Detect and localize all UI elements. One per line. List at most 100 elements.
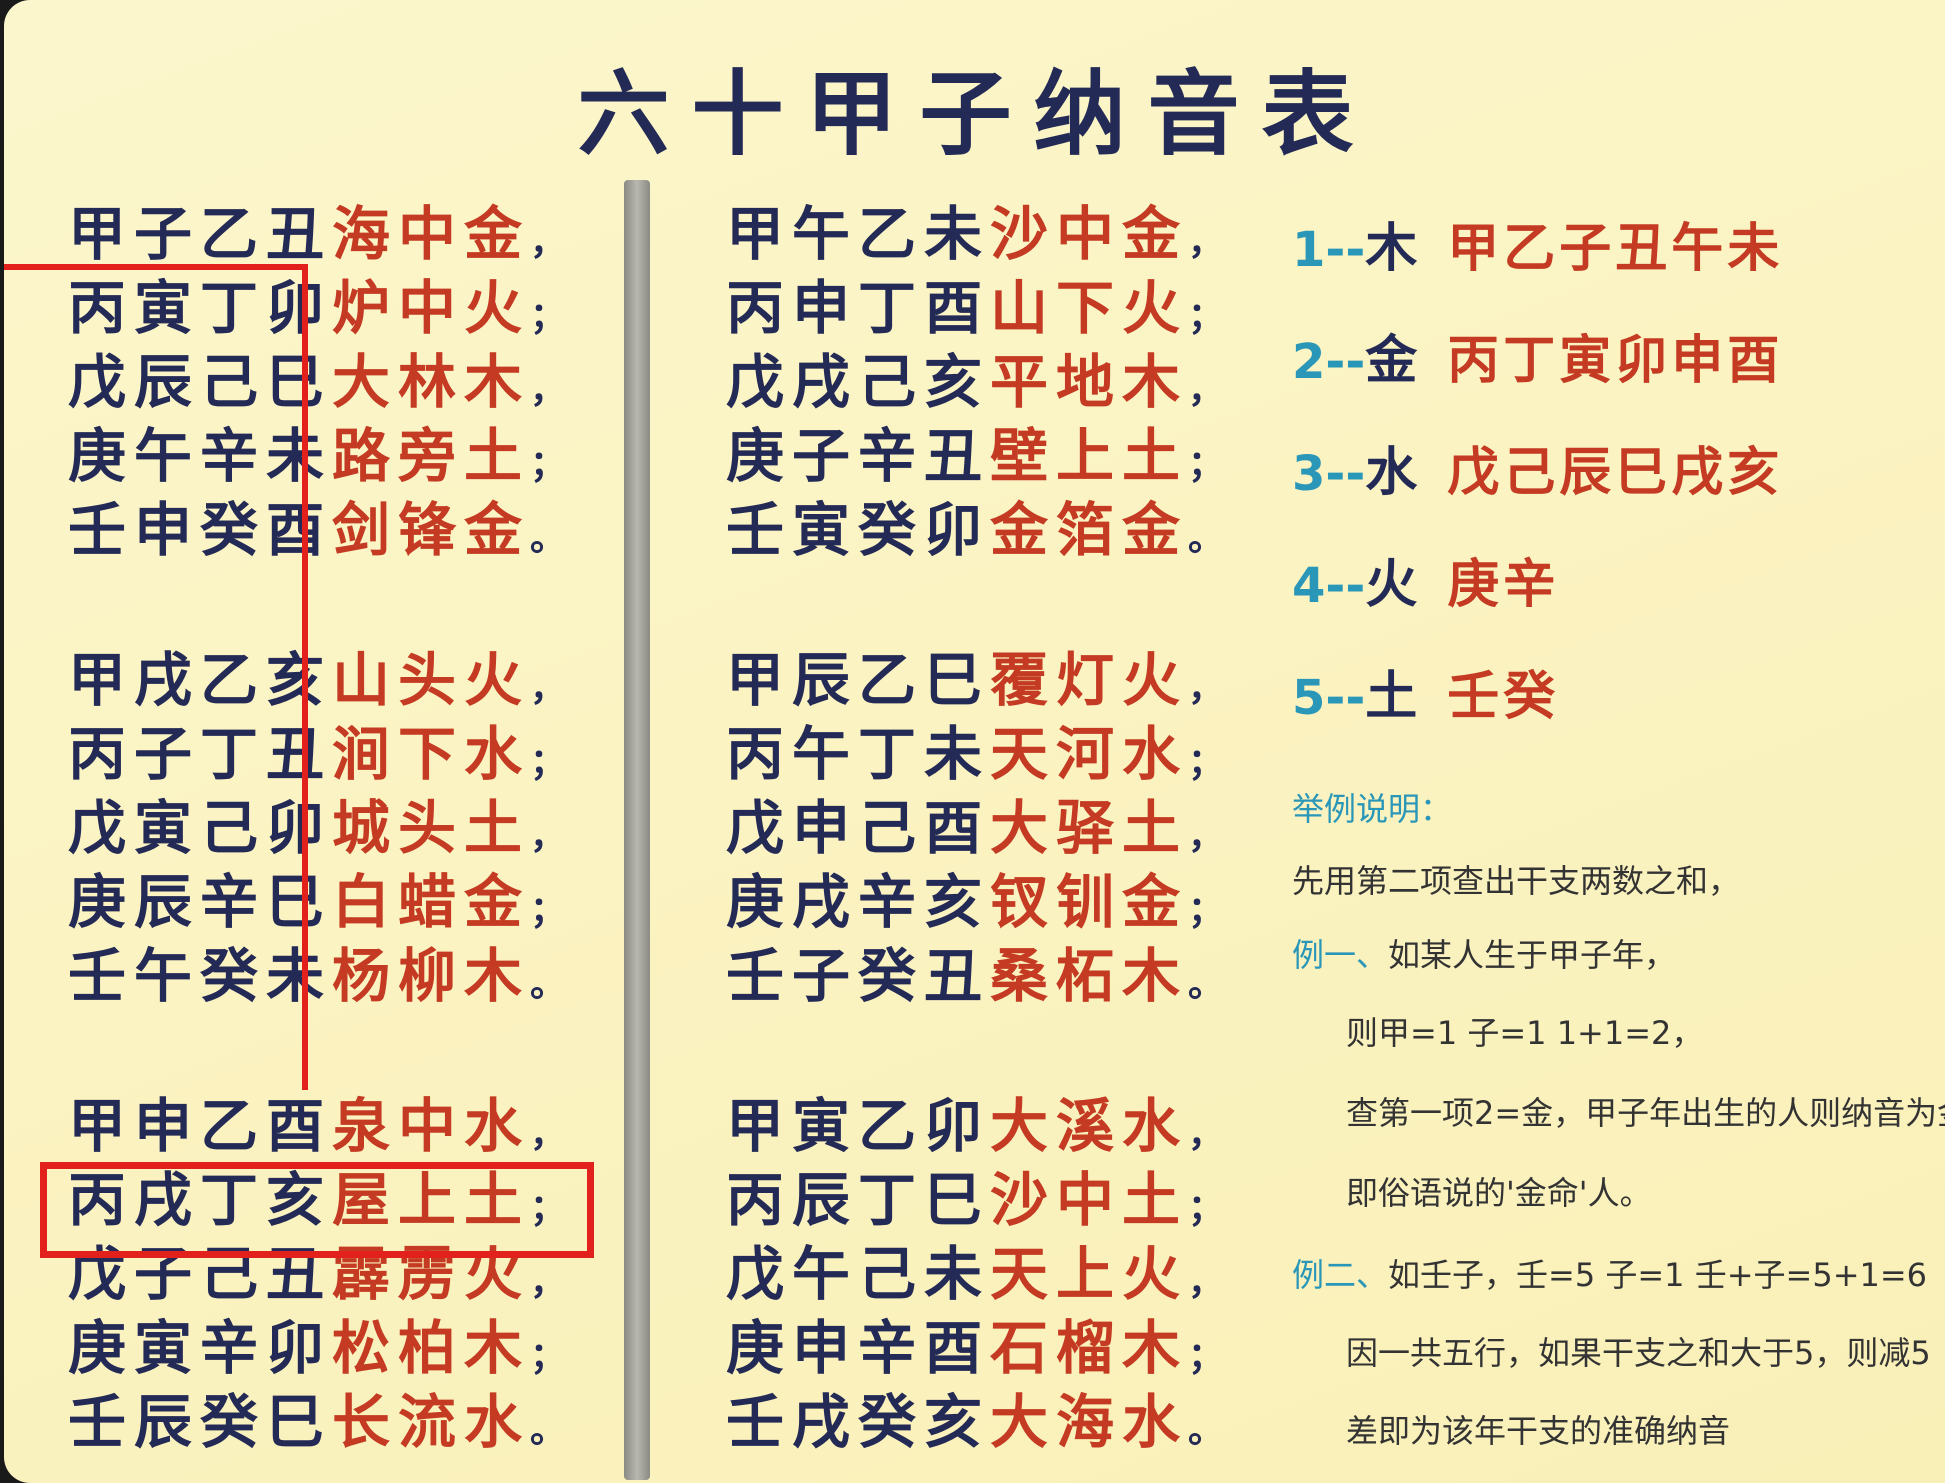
legend-characters: 戊己辰巳戌亥: [1447, 443, 1784, 503]
row-punctuation: ，: [1188, 668, 1233, 709]
row-punctuation: 。: [530, 964, 575, 1005]
nayin-row: 甲辰乙巳覆灯火，: [726, 644, 1232, 716]
legend-item: 3--水 戊己辰巳戌亥: [1292, 430, 1783, 505]
example1-text: 如某人生于甲子年，: [1388, 936, 1677, 974]
ganzhi-text: 戊午己未: [726, 1240, 991, 1308]
ganzhi-text: 甲午乙未: [726, 200, 991, 268]
nayin-text: 杨柳木: [332, 942, 531, 1010]
ganzhi-text: 庚寅辛卯: [68, 1314, 333, 1382]
nayin-text: 大林木: [332, 348, 531, 416]
legend-number: 3--: [1292, 446, 1366, 502]
nayin-text: 石榴木: [990, 1314, 1189, 1382]
notes-heading: 举例说明：: [1292, 790, 1453, 828]
example2-label: 例二、: [1292, 1256, 1389, 1294]
nayin-text: 剑锋金: [332, 496, 531, 564]
legend-number: 5--: [1292, 670, 1366, 726]
legend-number: 1--: [1292, 222, 1366, 278]
legend-characters: 庚辛: [1447, 555, 1560, 615]
nayin-text: 壁上土: [990, 422, 1189, 490]
nayin-text: 松柏木: [332, 1314, 531, 1382]
nayin-text: 城头土: [332, 794, 531, 862]
nayin-text: 沙中金: [990, 200, 1189, 268]
nayin-row: 庚申辛酉石榴木；: [726, 1312, 1232, 1384]
nayin-row: 壬子癸丑桑柘木。: [726, 940, 1232, 1012]
notes-line: 先用第二项查出干支两数之和，: [1292, 862, 1741, 900]
legend-characters: 壬癸: [1447, 667, 1560, 727]
row-punctuation: ；: [1188, 444, 1233, 485]
ganzhi-text: 庚子辛丑: [726, 422, 991, 490]
nayin-text: 天河水: [990, 720, 1189, 788]
ganzhi-text: 戊戌己亥: [726, 348, 991, 416]
row-punctuation: 。: [530, 1410, 575, 1451]
nayin-row: 戊申己酉大驿土，: [726, 792, 1232, 864]
row-punctuation: ，: [530, 222, 575, 263]
ganzhi-text: 甲寅乙卯: [726, 1092, 991, 1160]
row-punctuation: ；: [530, 444, 575, 485]
row-punctuation: ，: [530, 1114, 575, 1155]
ganzhi-text: 甲辰乙巳: [726, 646, 991, 714]
legend-element: 水: [1365, 443, 1418, 503]
ganzhi-text: 壬戌癸亥: [726, 1388, 991, 1456]
legend-item: 4--火 庚辛: [1292, 542, 1559, 617]
nayin-text: 海中金: [332, 200, 531, 268]
legend-item: 5--土 壬癸: [1292, 654, 1559, 729]
nayin-text: 沙中土: [990, 1166, 1189, 1234]
nayin-text: 泉中水: [332, 1092, 531, 1160]
row-punctuation: ；: [1188, 742, 1233, 783]
row-punctuation: ；: [530, 742, 575, 783]
example1-result: 查第一项2=金，甲子年出生的人则纳音为金: [1346, 1094, 1945, 1132]
nayin-row: 壬寅癸卯金箔金。: [726, 494, 1232, 566]
nayin-text: 平地木: [990, 348, 1189, 416]
nayin-text: 天上火: [990, 1240, 1189, 1308]
example2-line3: 差即为该年干支的准确纳音: [1346, 1412, 1731, 1450]
row-punctuation: 。: [530, 518, 575, 559]
row-punctuation: ；: [1188, 296, 1233, 337]
nayin-row: 甲申乙酉泉中水，: [68, 1090, 574, 1162]
nayin-row: 戊戌己亥平地木，: [726, 346, 1232, 418]
row-punctuation: ，: [530, 370, 575, 411]
ganzhi-text: 壬辰癸巳: [68, 1388, 333, 1456]
nayin-text: 金箔金: [990, 496, 1189, 564]
ganzhi-text: 壬寅癸卯: [726, 496, 991, 564]
example1-line: 例一、如某人生于甲子年，: [1292, 930, 1676, 976]
row-punctuation: 。: [1188, 1410, 1233, 1451]
row-punctuation: ；: [1188, 890, 1233, 931]
ganzhi-text: 戊申己酉: [726, 794, 991, 862]
legend-characters: 甲乙子丑午未: [1447, 219, 1784, 279]
ganzhi-text: 甲子乙丑: [68, 200, 333, 268]
highlight-bracket: [4, 264, 308, 1090]
nayin-row: 甲子乙丑海中金，: [68, 198, 574, 270]
nayin-text: 涧下水: [332, 720, 531, 788]
nayin-table-board: 六十甲子纳音表 甲子乙丑海中金， 丙寅丁卯炉中火； 戊辰己巳大林木， 庚午辛未路旁土；…: [4, 0, 1945, 1483]
example2-line2: 因一共五行，如果干支之和大于5，则减5: [1346, 1334, 1931, 1372]
ganzhi-text: 庚戌辛亥: [726, 868, 991, 936]
legend-number: 4--: [1292, 558, 1366, 614]
row-punctuation: 。: [1188, 964, 1233, 1005]
nayin-row: 甲寅乙卯大溪水，: [726, 1090, 1232, 1162]
nayin-text: 路旁土: [332, 422, 531, 490]
nayin-row: 丙辰丁巳沙中土；: [726, 1164, 1232, 1236]
legend-item: 2--金 丙丁寅卯申酉: [1292, 318, 1783, 393]
example2-line: 例二、如壬子，壬=5 子=1 壬+子=5+1=6: [1292, 1250, 1927, 1296]
row-punctuation: ，: [1188, 1114, 1233, 1155]
nayin-row: 丙申丁酉山下火；: [726, 272, 1232, 344]
nayin-row: 甲午乙未沙中金，: [726, 198, 1232, 270]
nayin-row: 庚子辛丑壁上土；: [726, 420, 1232, 492]
nayin-row: 壬戌癸亥大海水。: [726, 1386, 1232, 1458]
example1-label: 例一、: [1292, 936, 1389, 974]
ganzhi-text: 丙午丁未: [726, 720, 991, 788]
nayin-text: 炉中火: [332, 274, 531, 342]
row-punctuation: ，: [1188, 370, 1233, 411]
nayin-text: 长流水: [332, 1388, 531, 1456]
nayin-row: 戊午己未天上火，: [726, 1238, 1232, 1310]
column-divider: [624, 180, 650, 1480]
row-punctuation: ；: [530, 296, 575, 337]
legend-number: 2--: [1292, 334, 1366, 390]
legend-element: 金: [1365, 331, 1418, 391]
row-punctuation: ，: [530, 668, 575, 709]
nayin-text: 大溪水: [990, 1092, 1189, 1160]
row-punctuation: ；: [530, 1336, 575, 1377]
row-punctuation: ；: [1188, 1188, 1233, 1229]
row-punctuation: ，: [1188, 1262, 1233, 1303]
nayin-text: 大海水: [990, 1388, 1189, 1456]
